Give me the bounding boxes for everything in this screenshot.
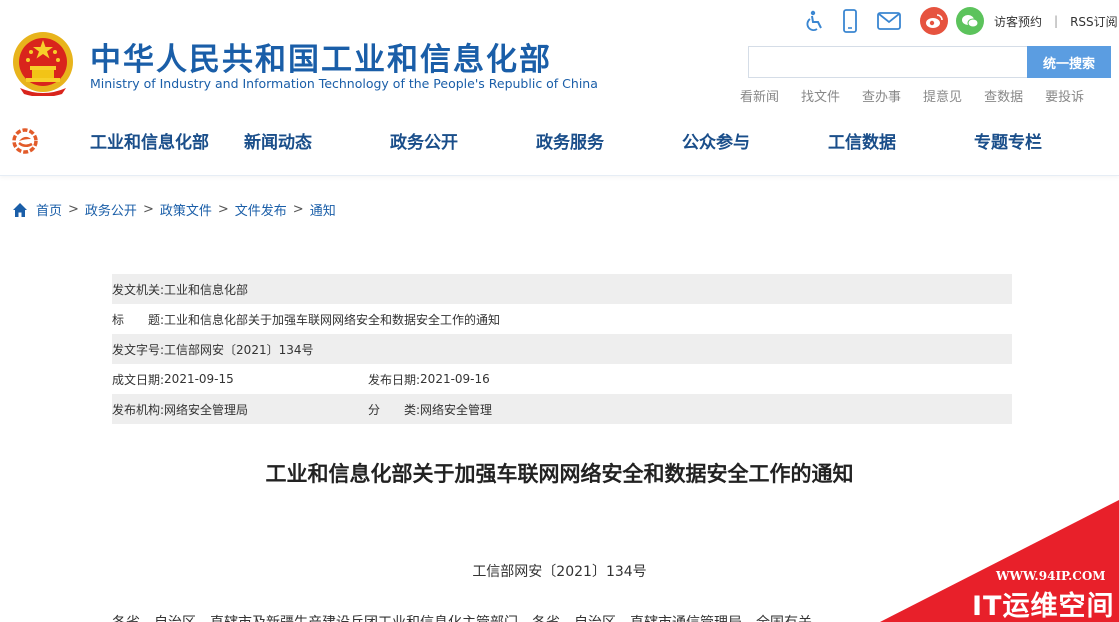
nav-item-topics[interactable]: 专题专栏 xyxy=(936,128,1076,153)
ministry-logo-icon[interactable] xyxy=(10,126,40,156)
mail-icon[interactable] xyxy=(872,7,906,35)
meta-row-issuer: 发文机关: 工业和信息化部 xyxy=(112,274,1012,304)
org-label: 发布机构: xyxy=(112,402,165,417)
docnum-value: 工信部网安〔2021〕134号 xyxy=(164,342,314,357)
site-title-chinese[interactable]: 中华人民共和国工业和信息化部 xyxy=(90,34,552,79)
breadcrumb-arrow: > xyxy=(292,202,304,217)
category-cell: 分 类: 网络安全管理 xyxy=(368,401,492,418)
breadcrumb-arrow: > xyxy=(68,202,79,217)
wechat-icon[interactable] xyxy=(956,7,984,35)
visitor-booking-link[interactable]: 访客预约 xyxy=(994,13,1042,30)
created-label: 成文日期: xyxy=(112,372,165,387)
quick-link-services[interactable]: 查办事 xyxy=(862,86,901,105)
issuer-value: 工业和信息化部 xyxy=(164,282,249,297)
issuer-label: 发文机关: xyxy=(112,282,165,297)
category-label: 分 类: xyxy=(368,402,421,417)
meta-row-org: 发布机构: 网络安全管理局 分 类: 网络安全管理 xyxy=(112,394,1012,424)
article-body-first-line: 各省、自治区、直辖市及新疆生产建设兵团工业和信息化主管部门，各省、自治区、直辖市… xyxy=(112,612,1012,622)
nav-item-news[interactable]: 新闻动态 xyxy=(244,128,352,153)
nav-item-participation[interactable]: 公众参与 xyxy=(644,128,790,153)
published-value: 2021-09-16 xyxy=(420,372,490,386)
quick-link-feedback[interactable]: 提意见 xyxy=(923,86,962,105)
quick-link-data[interactable]: 查数据 xyxy=(984,86,1023,105)
top-utility-bar: 访客预约 | RSS订阅 xyxy=(800,6,1118,36)
separator: | xyxy=(1054,14,1059,28)
breadcrumb-home[interactable]: 首页 xyxy=(36,200,62,219)
breadcrumb-notice[interactable]: 通知 xyxy=(310,200,336,219)
home-icon[interactable] xyxy=(12,202,28,218)
watermark-url: WWW.94IP.COM xyxy=(996,569,1106,583)
breadcrumb-policy-files[interactable]: 政策文件 xyxy=(160,200,212,219)
document-meta-table: 发文机关: 工业和信息化部 标 题: 工业和信息化部关于加强车联网网络安全和数据… xyxy=(112,274,1012,424)
breadcrumb-arrow: > xyxy=(217,202,229,217)
rss-link[interactable]: RSS订阅 xyxy=(1070,13,1118,30)
quick-link-files[interactable]: 找文件 xyxy=(801,86,840,105)
search-input[interactable] xyxy=(748,46,1028,78)
meta-row-title: 标 题: 工业和信息化部关于加强车联网网络安全和数据安全工作的通知 xyxy=(112,304,1012,334)
nav-item-data[interactable]: 工信数据 xyxy=(790,128,936,153)
published-label: 发布日期: xyxy=(368,372,421,387)
title-value: 工业和信息化部关于加强车联网网络安全和数据安全工作的通知 xyxy=(164,312,501,327)
nav-item-ministry[interactable]: 工业和信息化部 xyxy=(62,128,244,153)
accessibility-icon[interactable] xyxy=(800,7,828,35)
main-nav: 工业和信息化部 新闻动态 政务公开 政务服务 公众参与 工信数据 专题专栏 xyxy=(62,128,1119,153)
quick-links: 看新闻 找文件 查办事 提意见 查数据 要投诉 xyxy=(740,86,1106,105)
breadcrumb-file-release[interactable]: 文件发布 xyxy=(235,200,287,219)
site-title-english[interactable]: Ministry of Industry and Information Tec… xyxy=(90,76,598,91)
breadcrumb-arrow: > xyxy=(142,202,154,217)
org-cell: 发布机构: 网络安全管理局 xyxy=(112,401,368,418)
search-button[interactable]: 统一搜索 xyxy=(1027,46,1111,78)
mobile-icon[interactable] xyxy=(836,7,864,35)
nav-item-gov-affairs[interactable]: 政务公开 xyxy=(352,128,498,153)
published-cell: 发布日期: 2021-09-16 xyxy=(368,371,490,388)
org-value: 网络安全管理局 xyxy=(164,402,249,417)
watermark-text: IT运维空间 xyxy=(972,591,1115,622)
quick-link-complaint[interactable]: 要投诉 xyxy=(1045,86,1084,105)
docnum-label: 发文字号: xyxy=(112,342,165,357)
title-label: 标 题: xyxy=(112,312,165,327)
breadcrumb: 首页 > 政务公开 > 政策文件 > 文件发布 > 通知 xyxy=(12,200,336,219)
meta-row-dates: 成文日期: 2021-09-15 发布日期: 2021-09-16 xyxy=(112,364,1012,394)
breadcrumb-gov-affairs[interactable]: 政务公开 xyxy=(85,200,137,219)
created-cell: 成文日期: 2021-09-15 xyxy=(112,371,368,388)
meta-row-docnum: 发文字号: 工信部网安〔2021〕134号 xyxy=(112,334,1012,364)
category-value: 网络安全管理 xyxy=(420,402,493,417)
created-value: 2021-09-15 xyxy=(164,372,234,386)
nav-item-gov-services[interactable]: 政务服务 xyxy=(498,128,644,153)
site-header: 中华人民共和国工业和信息化部 Ministry of Industry and … xyxy=(0,0,1119,176)
quick-link-news[interactable]: 看新闻 xyxy=(740,86,779,105)
national-emblem-icon[interactable] xyxy=(12,30,74,96)
weibo-icon[interactable] xyxy=(920,7,948,35)
article-title: 工业和信息化部关于加强车联网网络安全和数据安全工作的通知 xyxy=(265,462,854,486)
